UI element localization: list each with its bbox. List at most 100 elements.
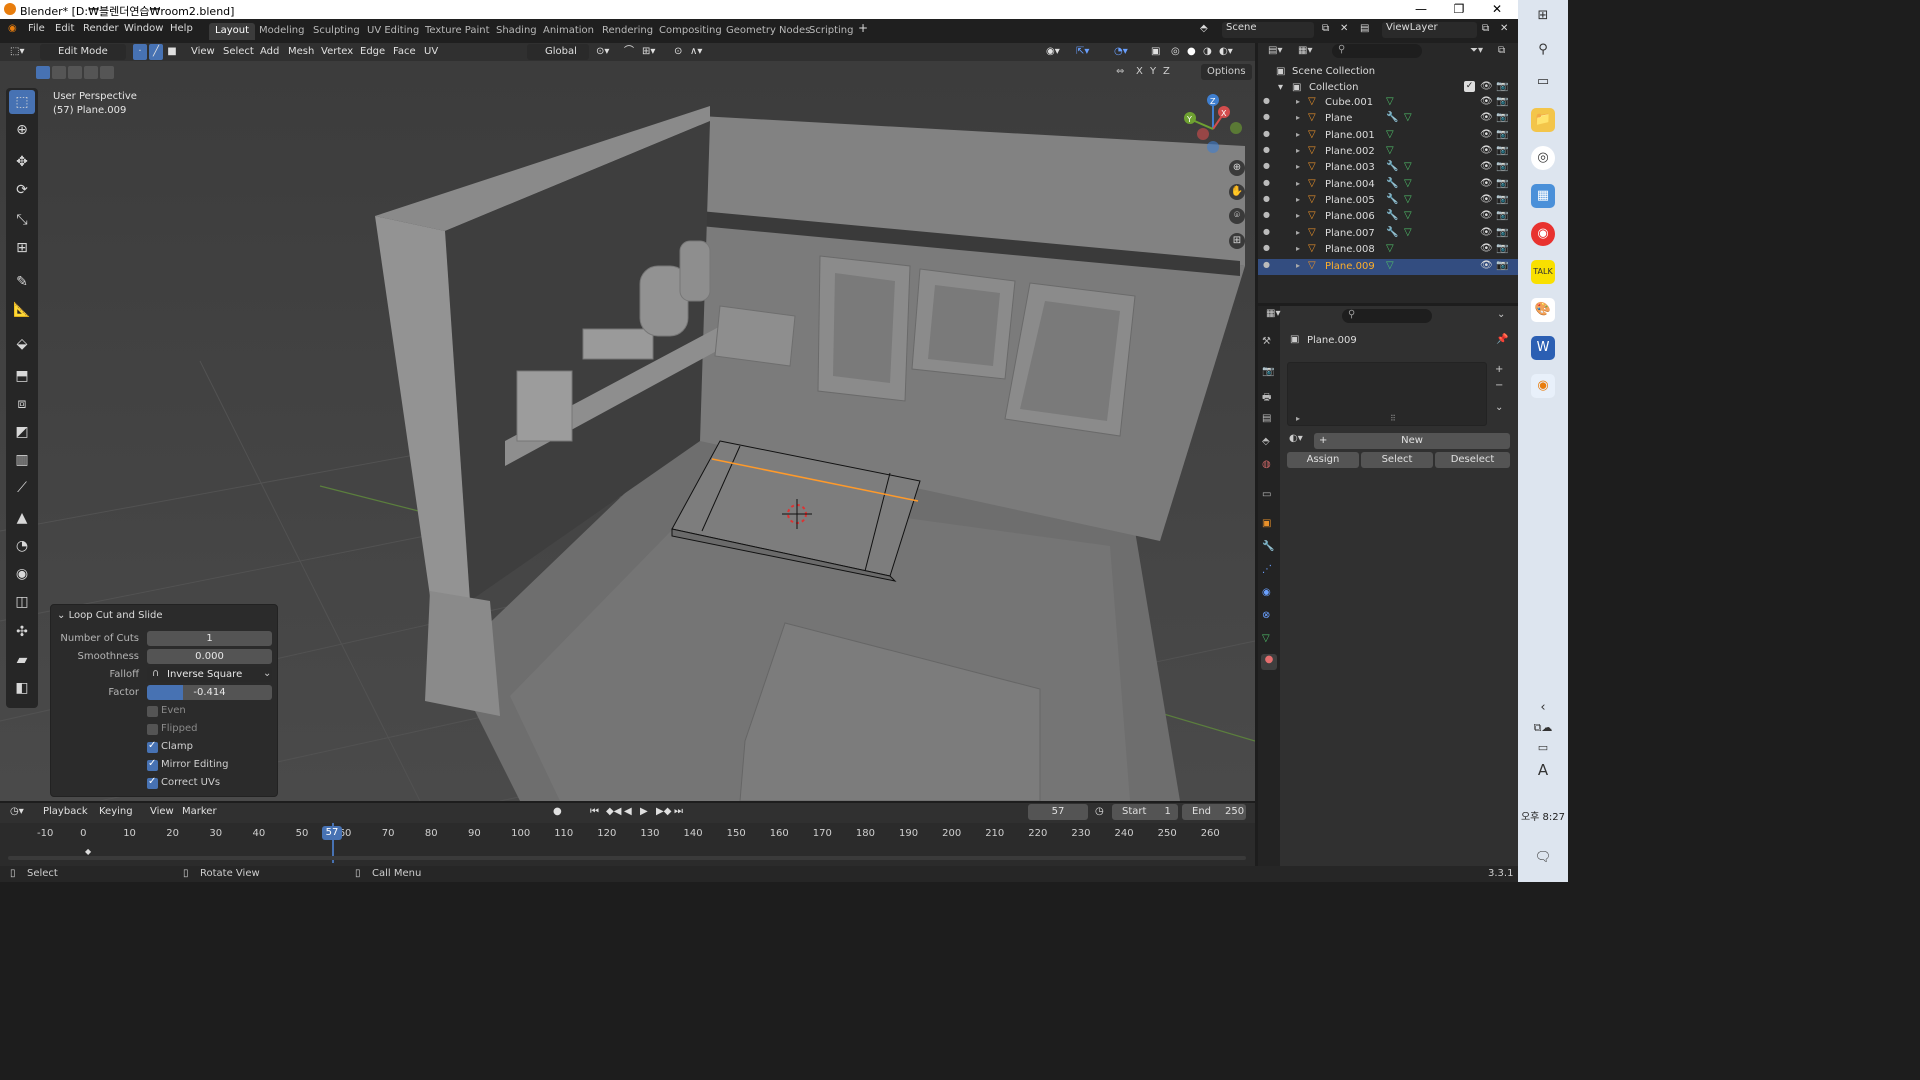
xray-icon[interactable]: ▣: [1151, 44, 1160, 60]
physics-tab-icon[interactable]: ◉: [1262, 587, 1271, 598]
select-intersect-icon[interactable]: [100, 66, 114, 79]
task-view-icon[interactable]: ▭: [1531, 70, 1555, 94]
mirror-z[interactable]: Z: [1163, 66, 1170, 77]
expand-arrow-icon[interactable]: ▸: [1296, 414, 1300, 423]
outliner-row[interactable]: ● ▸ ▽ Plane.008 ▽ 👁 📷: [1258, 242, 1518, 258]
file-explorer-icon[interactable]: 📁: [1531, 108, 1555, 132]
menu-render[interactable]: Render: [83, 23, 119, 34]
material-tab-icon[interactable]: ●: [1261, 654, 1277, 670]
solid-shading-icon[interactable]: ●: [1187, 44, 1196, 60]
poly-build-icon[interactable]: ▲: [9, 506, 35, 530]
falloff-dropdown[interactable]: Inverse Square: [147, 667, 272, 682]
menu-keying[interactable]: Keying: [99, 804, 133, 820]
camera-icon[interactable]: 📷: [1496, 260, 1508, 271]
rotate-icon[interactable]: ⟳: [9, 178, 35, 202]
outliner-object-name[interactable]: Plane: [1325, 113, 1352, 124]
menu-timeline-view[interactable]: View: [150, 804, 174, 820]
tool-tab-icon[interactable]: ⚒: [1262, 336, 1271, 347]
new-material-button[interactable]: + New: [1314, 433, 1510, 449]
outliner-object-name[interactable]: Plane.002: [1325, 146, 1375, 157]
play-icon[interactable]: ▶: [640, 804, 648, 820]
even-checkbox[interactable]: [147, 706, 158, 717]
wireframe-shading-icon[interactable]: ◎: [1171, 44, 1180, 60]
menu-face[interactable]: Face: [393, 44, 416, 60]
expand-arrow-icon[interactable]: ▸: [1296, 97, 1300, 106]
mirror-editing-checkbox[interactable]: [147, 758, 158, 771]
timeline-scrollbar[interactable]: [8, 856, 1246, 860]
zoom-icon[interactable]: ⊕: [1229, 160, 1245, 176]
outliner-row[interactable]: ● ▸ ▽ Plane.004 🔧 ▽ 👁 📷: [1258, 177, 1518, 193]
pivot-icon[interactable]: ⊙▾: [596, 44, 609, 60]
outliner-row[interactable]: ● ▸ ▽ Plane.006 🔧 ▽ 👁 📷: [1258, 209, 1518, 225]
chevron-down-icon[interactable]: ⌄: [1497, 309, 1505, 320]
knife-icon[interactable]: ⟋: [9, 476, 35, 500]
expand-arrow-icon[interactable]: ▸: [1296, 113, 1300, 122]
render-tab-icon[interactable]: 📷: [1262, 366, 1274, 377]
menu-uv[interactable]: UV: [424, 44, 438, 60]
outliner-row[interactable]: ● ▸ ▽ Plane.003 🔧 ▽ 👁 📷: [1258, 160, 1518, 176]
eye-icon[interactable]: 👁: [1480, 96, 1493, 107]
slot-menu-icon[interactable]: ⌄: [1495, 402, 1503, 413]
menu-marker[interactable]: Marker: [182, 804, 217, 820]
menu-vertex[interactable]: Vertex: [321, 44, 353, 60]
properties-search-input[interactable]: ⚲: [1342, 309, 1432, 323]
eye-icon[interactable]: 👁: [1480, 112, 1493, 123]
mirror-y[interactable]: Y: [1150, 66, 1156, 77]
display-icon[interactable]: ▭: [1531, 736, 1555, 760]
factor-slider[interactable]: -0.414: [147, 685, 272, 700]
deselect-button[interactable]: Deselect: [1435, 452, 1510, 468]
display-mode-icon[interactable]: ▦▾: [1298, 45, 1312, 56]
outliner-object-name[interactable]: Plane.009: [1325, 261, 1375, 272]
rendered-shading-icon[interactable]: ◐▾: [1219, 44, 1233, 60]
outliner-object-name[interactable]: Plane.001: [1325, 130, 1375, 141]
material-browse-icon[interactable]: ◐▾: [1289, 433, 1303, 444]
outliner-row[interactable]: ● ▸ ▽ Plane.009 ▽ 👁 📷: [1258, 258, 1518, 275]
tab-rendering[interactable]: Rendering: [596, 23, 659, 40]
add-cube-icon[interactable]: ⬙: [9, 332, 35, 356]
measure-icon[interactable]: 📐: [9, 298, 35, 322]
menu-view[interactable]: View: [191, 44, 215, 60]
grid-icon[interactable]: ⊞: [1229, 233, 1245, 249]
tab-compositing[interactable]: Compositing: [653, 23, 728, 40]
camera-icon[interactable]: 📷: [1496, 145, 1508, 156]
expand-arrow-icon[interactable]: ▸: [1296, 179, 1300, 188]
assign-button[interactable]: Assign: [1287, 452, 1359, 468]
end-frame-field[interactable]: End 250: [1182, 804, 1246, 820]
edge-select-icon[interactable]: ╱: [149, 44, 163, 60]
collection-tab-icon[interactable]: ▭: [1262, 489, 1271, 500]
constraints-tab-icon[interactable]: ⊗: [1262, 610, 1270, 621]
mirror-x[interactable]: X: [1136, 66, 1143, 77]
object-tab-icon[interactable]: ▣: [1262, 518, 1271, 529]
menu-file[interactable]: File: [28, 23, 45, 34]
camera-icon[interactable]: 📷: [1496, 112, 1508, 123]
select-new-icon[interactable]: [36, 66, 50, 79]
camera-icon[interactable]: 📷: [1496, 129, 1508, 140]
edge-slide-icon[interactable]: ◫: [9, 590, 35, 614]
eye-icon[interactable]: 👁: [1480, 178, 1493, 189]
flipped-checkbox[interactable]: [147, 724, 158, 735]
outliner-object-name[interactable]: Plane.004: [1325, 179, 1375, 190]
ime-indicator[interactable]: A: [1531, 758, 1555, 782]
expand-arrow-icon[interactable]: ▸: [1296, 146, 1300, 155]
particles-tab-icon[interactable]: ⋰: [1262, 564, 1272, 575]
expand-arrow-icon[interactable]: ▸: [1296, 162, 1300, 171]
windows-start-icon[interactable]: ⊞: [1531, 4, 1555, 28]
gizmo-icon[interactable]: ⇱▾: [1076, 44, 1089, 60]
camera-icon[interactable]: 📷: [1496, 227, 1508, 238]
outliner-search-input[interactable]: ⚲: [1332, 44, 1422, 58]
number-of-cuts-field[interactable]: 1: [147, 631, 272, 646]
clock-time[interactable]: 오후 8:27: [1520, 808, 1566, 823]
expand-arrow-icon[interactable]: ▸: [1296, 195, 1300, 204]
view-layer-tab-icon[interactable]: ▤: [1262, 413, 1271, 424]
blender-menu-icon[interactable]: ◉: [8, 23, 17, 34]
options-dropdown[interactable]: Options: [1201, 64, 1252, 80]
outliner-row[interactable]: ● ▸ ▽ Plane.005 🔧 ▽ 👁 📷: [1258, 193, 1518, 209]
blender-taskbar-icon[interactable]: ◉: [1531, 374, 1555, 398]
material-shading-icon[interactable]: ◑: [1203, 44, 1212, 60]
mirror-icon[interactable]: ⇔: [1116, 66, 1124, 77]
start-frame-field[interactable]: Start 1: [1112, 804, 1178, 820]
expand-arrow-icon[interactable]: ▸: [1296, 228, 1300, 237]
falloff-icon[interactable]: ∧▾: [690, 44, 702, 60]
jump-end-icon[interactable]: ⏭: [674, 804, 683, 820]
tab-geometry-nodes[interactable]: Geometry Nodes: [720, 23, 816, 40]
